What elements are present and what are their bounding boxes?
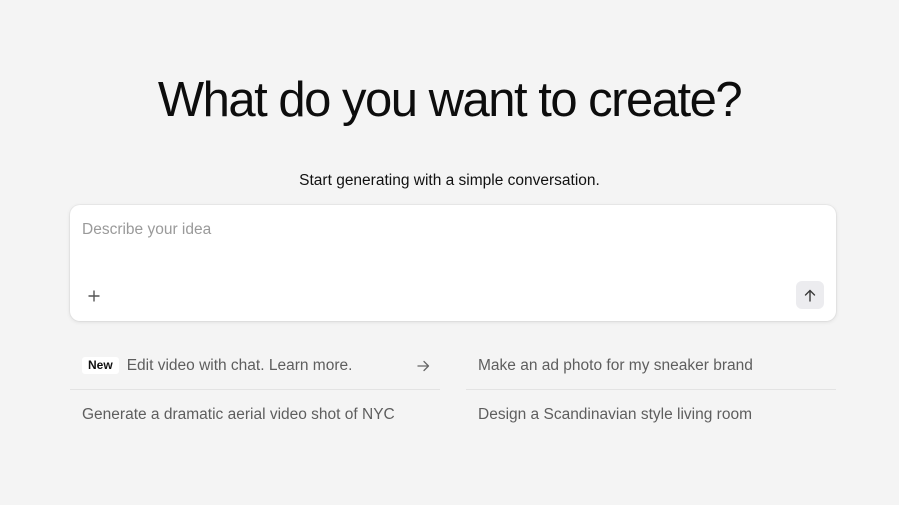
prompt-composer <box>70 205 836 321</box>
arrow-right-icon <box>417 360 430 372</box>
suggestion-text: Generate a dramatic aerial video shot of… <box>82 406 395 423</box>
suggestion-sneaker-ad[interactable]: Make an ad photo for my sneaker brand <box>466 342 836 390</box>
suggestion-text: Edit video with chat. Learn more. <box>126 356 353 374</box>
new-badge: New <box>82 357 119 374</box>
suggestion-text: Design a Scandinavian style living room <box>478 406 752 423</box>
prompt-input[interactable] <box>82 219 802 241</box>
suggestion-text: Make an ad photo for my sneaker brand <box>478 356 753 374</box>
create-page: What do you want to create? Start genera… <box>0 0 899 505</box>
suggestion-edit-video[interactable]: New Edit video with chat. Learn more. <box>70 342 440 390</box>
page-title: What do you want to create? <box>157 73 743 127</box>
add-attachment-button[interactable] <box>84 285 104 307</box>
page-subtitle: Start generating with a simple conversat… <box>299 172 600 189</box>
send-button[interactable] <box>796 281 824 309</box>
suggestion-living-room[interactable]: Design a Scandinavian style living room <box>466 391 836 439</box>
suggestion-aerial-nyc[interactable]: Generate a dramatic aerial video shot of… <box>70 391 440 439</box>
plus-icon <box>88 290 100 302</box>
arrow-up-icon <box>804 289 816 302</box>
